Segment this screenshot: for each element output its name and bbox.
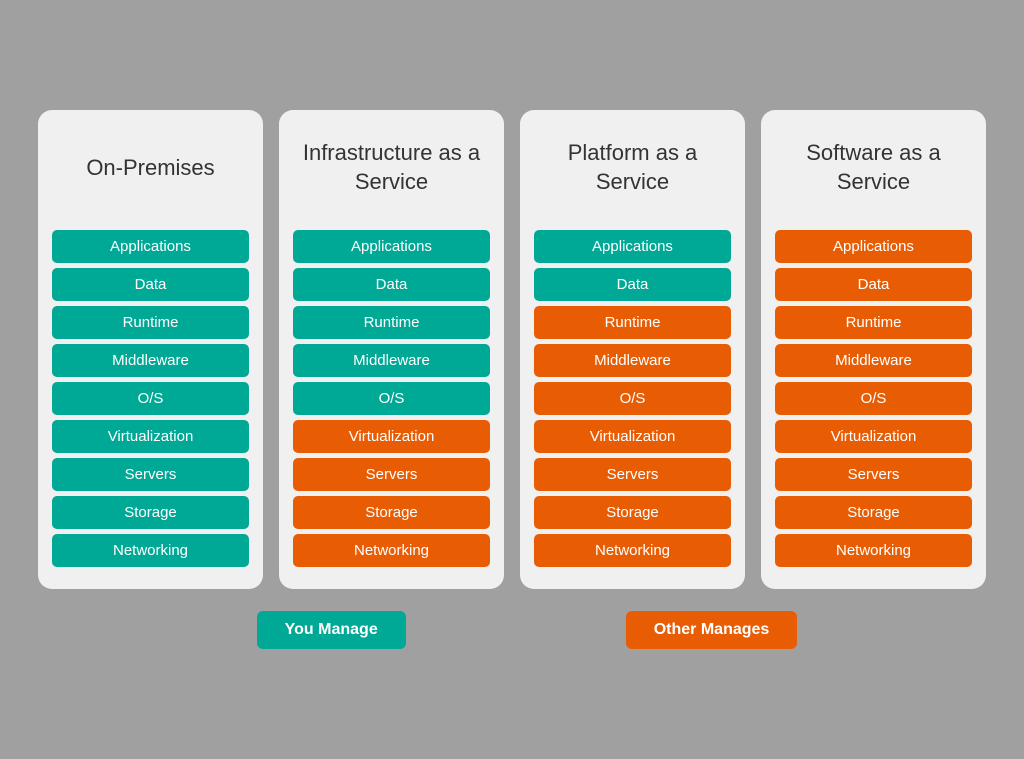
columns-row: On-Premises Applications Data Runtime Middle… xyxy=(22,110,1002,589)
stack-item-servers: Servers xyxy=(293,458,490,491)
stack-item-runtime: Runtime xyxy=(52,306,249,339)
stack-item-virtualization: Virtualization xyxy=(293,420,490,453)
stack-item-applications: Applications xyxy=(52,230,249,263)
stack-item-networking: Networking xyxy=(52,534,249,567)
column-title-saas: Software as a Service xyxy=(775,128,972,208)
column-on-premises: On-Premises Applications Data Runtime Middle… xyxy=(38,110,263,589)
stack-item-servers: Servers xyxy=(534,458,731,491)
column-saas: Software as a Service Applications Data Run… xyxy=(761,110,986,589)
you-manage-button: You Manage xyxy=(257,611,406,649)
stack-on-premises: Applications Data Runtime Middleware O/S Virt… xyxy=(52,230,249,567)
stack-item-networking: Networking xyxy=(293,534,490,567)
stack-item-o-s: O/S xyxy=(534,382,731,415)
stack-item-storage: Storage xyxy=(775,496,972,529)
stack-item-virtualization: Virtualization xyxy=(52,420,249,453)
stack-item-data: Data xyxy=(534,268,731,301)
stack-item-applications: Applications xyxy=(293,230,490,263)
main-container: On-Premises Applications Data Runtime Middle… xyxy=(22,110,1002,649)
stack-item-virtualization: Virtualization xyxy=(534,420,731,453)
stack-item-data: Data xyxy=(775,268,972,301)
stack-item-runtime: Runtime xyxy=(293,306,490,339)
stack-item-data: Data xyxy=(293,268,490,301)
stack-item-middleware: Middleware xyxy=(534,344,731,377)
stack-item-o-s: O/S xyxy=(775,382,972,415)
column-title-iaas: Infrastructure as a Service xyxy=(293,128,490,208)
stack-iaas: Applications Data Runtime Middleware O/S Virt… xyxy=(293,230,490,567)
stack-item-applications: Applications xyxy=(775,230,972,263)
stack-item-data: Data xyxy=(52,268,249,301)
stack-item-runtime: Runtime xyxy=(775,306,972,339)
stack-item-runtime: Runtime xyxy=(534,306,731,339)
stack-item-middleware: Middleware xyxy=(293,344,490,377)
stack-item-networking: Networking xyxy=(775,534,972,567)
stack-item-servers: Servers xyxy=(775,458,972,491)
stack-item-servers: Servers xyxy=(52,458,249,491)
stack-item-middleware: Middleware xyxy=(775,344,972,377)
column-paas: Platform as a Service Applications Data Run… xyxy=(520,110,745,589)
stack-item-o-s: O/S xyxy=(293,382,490,415)
stack-item-middleware: Middleware xyxy=(52,344,249,377)
stack-saas: Applications Data Runtime Middleware O/S Virt… xyxy=(775,230,972,567)
stack-item-applications: Applications xyxy=(534,230,731,263)
column-title-on-premises: On-Premises xyxy=(86,128,214,208)
stack-item-networking: Networking xyxy=(534,534,731,567)
stack-paas: Applications Data Runtime Middleware O/S Virt… xyxy=(534,230,731,567)
stack-item-storage: Storage xyxy=(293,496,490,529)
other-manages-button: Other Manages xyxy=(626,611,798,649)
legend-row: You Manage Other Manages xyxy=(22,611,1002,649)
column-iaas: Infrastructure as a Service Applications D… xyxy=(279,110,504,589)
stack-item-storage: Storage xyxy=(534,496,731,529)
column-title-paas: Platform as a Service xyxy=(534,128,731,208)
stack-item-storage: Storage xyxy=(52,496,249,529)
stack-item-virtualization: Virtualization xyxy=(775,420,972,453)
stack-item-o-s: O/S xyxy=(52,382,249,415)
